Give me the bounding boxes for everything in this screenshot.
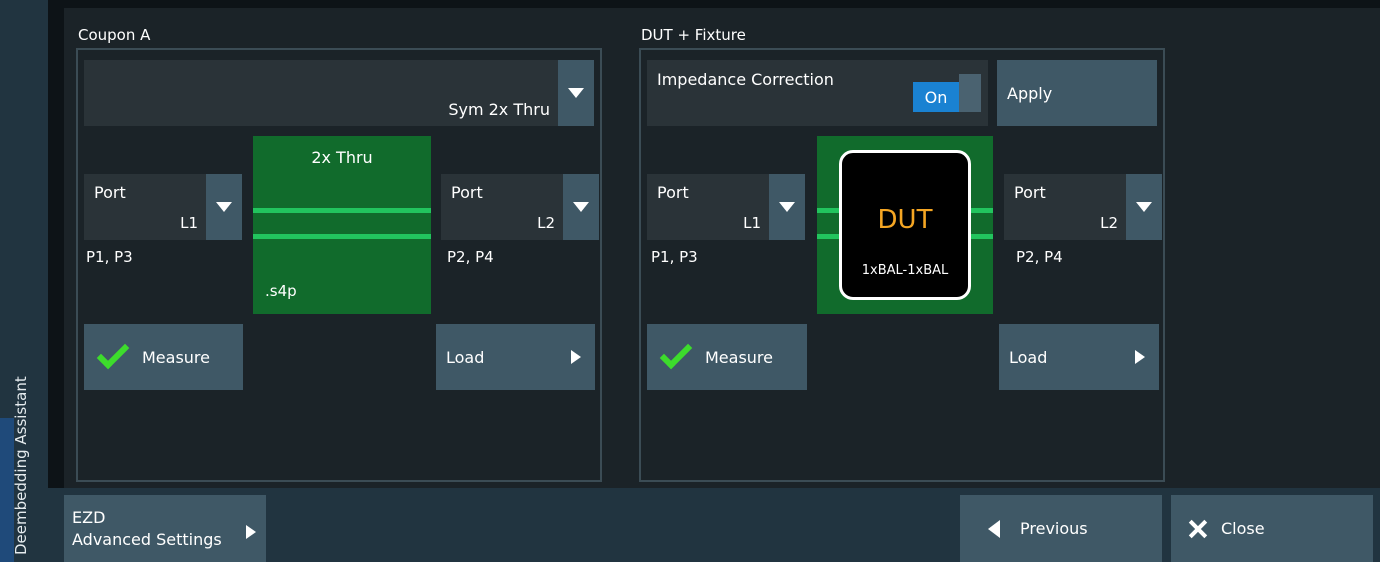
dut-port-right-select[interactable]: Port L2 (1004, 174, 1162, 240)
close-icon (1189, 520, 1207, 538)
previous-label: Previous (1020, 519, 1088, 538)
thru-line-top (253, 208, 431, 213)
dut-port-left-select[interactable]: Port L1 (647, 174, 805, 240)
dut-config: 1xBAL-1xBAL (861, 263, 949, 278)
footer-bar: EZD Advanced Settings Previous Close (48, 488, 1380, 562)
dut-label: DUT (877, 205, 933, 235)
apply-label: Apply (1007, 83, 1053, 103)
dut-card[interactable]: DUT 1xBAL-1xBAL (839, 150, 971, 300)
impedance-label: Impedance Correction (657, 70, 834, 89)
toggle-knob[interactable] (959, 74, 981, 112)
coupon-measure-button[interactable]: Measure (84, 324, 243, 390)
coupon-method-select[interactable]: Sym 2x Thru (84, 60, 594, 126)
dut-section-title: DUT + Fixture (641, 26, 746, 44)
chevron-down-icon[interactable] (206, 174, 242, 240)
port-label: Port (94, 183, 126, 202)
side-tab-label: Deembedding Assistant (12, 376, 30, 555)
coupon-section-title: Coupon A (78, 26, 151, 44)
close-label: Close (1221, 519, 1265, 538)
port-label: Port (451, 183, 483, 202)
measure-label: Measure (142, 347, 210, 367)
coupon-port-right-select[interactable]: Port L2 (441, 174, 599, 240)
ezd-label-line1: EZD (72, 507, 106, 527)
coupon-method-value: Sym 2x Thru (448, 100, 550, 119)
check-icon (96, 336, 136, 370)
dut-left-ports: P1, P3 (651, 248, 698, 266)
chevron-down-icon[interactable] (769, 174, 805, 240)
chevron-down-icon[interactable] (563, 174, 599, 240)
port-value: L1 (180, 214, 198, 232)
ezd-label-line2: Advanced Settings (72, 529, 222, 549)
main-panel: Coupon A Sym 2x Thru Port L1 P1, P3 2x T… (64, 8, 1380, 488)
dut-measure-button[interactable]: Measure (647, 324, 807, 390)
coupon-right-ports: P2, P4 (447, 248, 494, 266)
toggle-on-state[interactable]: On (913, 82, 959, 112)
chevron-down-icon[interactable] (558, 60, 594, 126)
ezd-advanced-settings-button[interactable]: EZD Advanced Settings (64, 495, 266, 562)
arrow-right-icon (1135, 350, 1145, 364)
thru-file: .s4p (265, 282, 297, 300)
side-tab[interactable]: Deembedding Assistant (0, 0, 48, 562)
apply-button[interactable]: Apply (997, 60, 1157, 126)
port-label: Port (1014, 183, 1046, 202)
port-value: L2 (537, 214, 555, 232)
arrow-right-icon (246, 525, 256, 539)
previous-button[interactable]: Previous (960, 495, 1162, 562)
thru-block: 2x Thru .s4p (253, 136, 431, 314)
coupon-load-button[interactable]: Load (436, 324, 595, 390)
arrow-right-icon (571, 350, 581, 364)
thru-title: 2x Thru (311, 148, 373, 167)
arrow-left-icon (988, 519, 1000, 538)
dut-right-ports: P2, P4 (1016, 248, 1063, 266)
impedance-correction-toggle[interactable]: Impedance Correction On (647, 60, 988, 126)
chevron-down-icon[interactable] (1126, 174, 1162, 240)
dut-load-button[interactable]: Load (999, 324, 1159, 390)
coupon-left-ports: P1, P3 (86, 248, 133, 266)
port-label: Port (657, 183, 689, 202)
load-label: Load (1009, 347, 1048, 367)
check-icon (659, 336, 699, 370)
thru-line-bottom (253, 234, 431, 239)
port-value: L2 (1100, 214, 1118, 232)
port-value: L1 (743, 214, 761, 232)
coupon-port-left-select[interactable]: Port L1 (84, 174, 242, 240)
dut-block: DUT 1xBAL-1xBAL (817, 136, 993, 314)
load-label: Load (446, 347, 485, 367)
measure-label: Measure (705, 347, 773, 367)
close-button[interactable]: Close (1171, 495, 1373, 562)
